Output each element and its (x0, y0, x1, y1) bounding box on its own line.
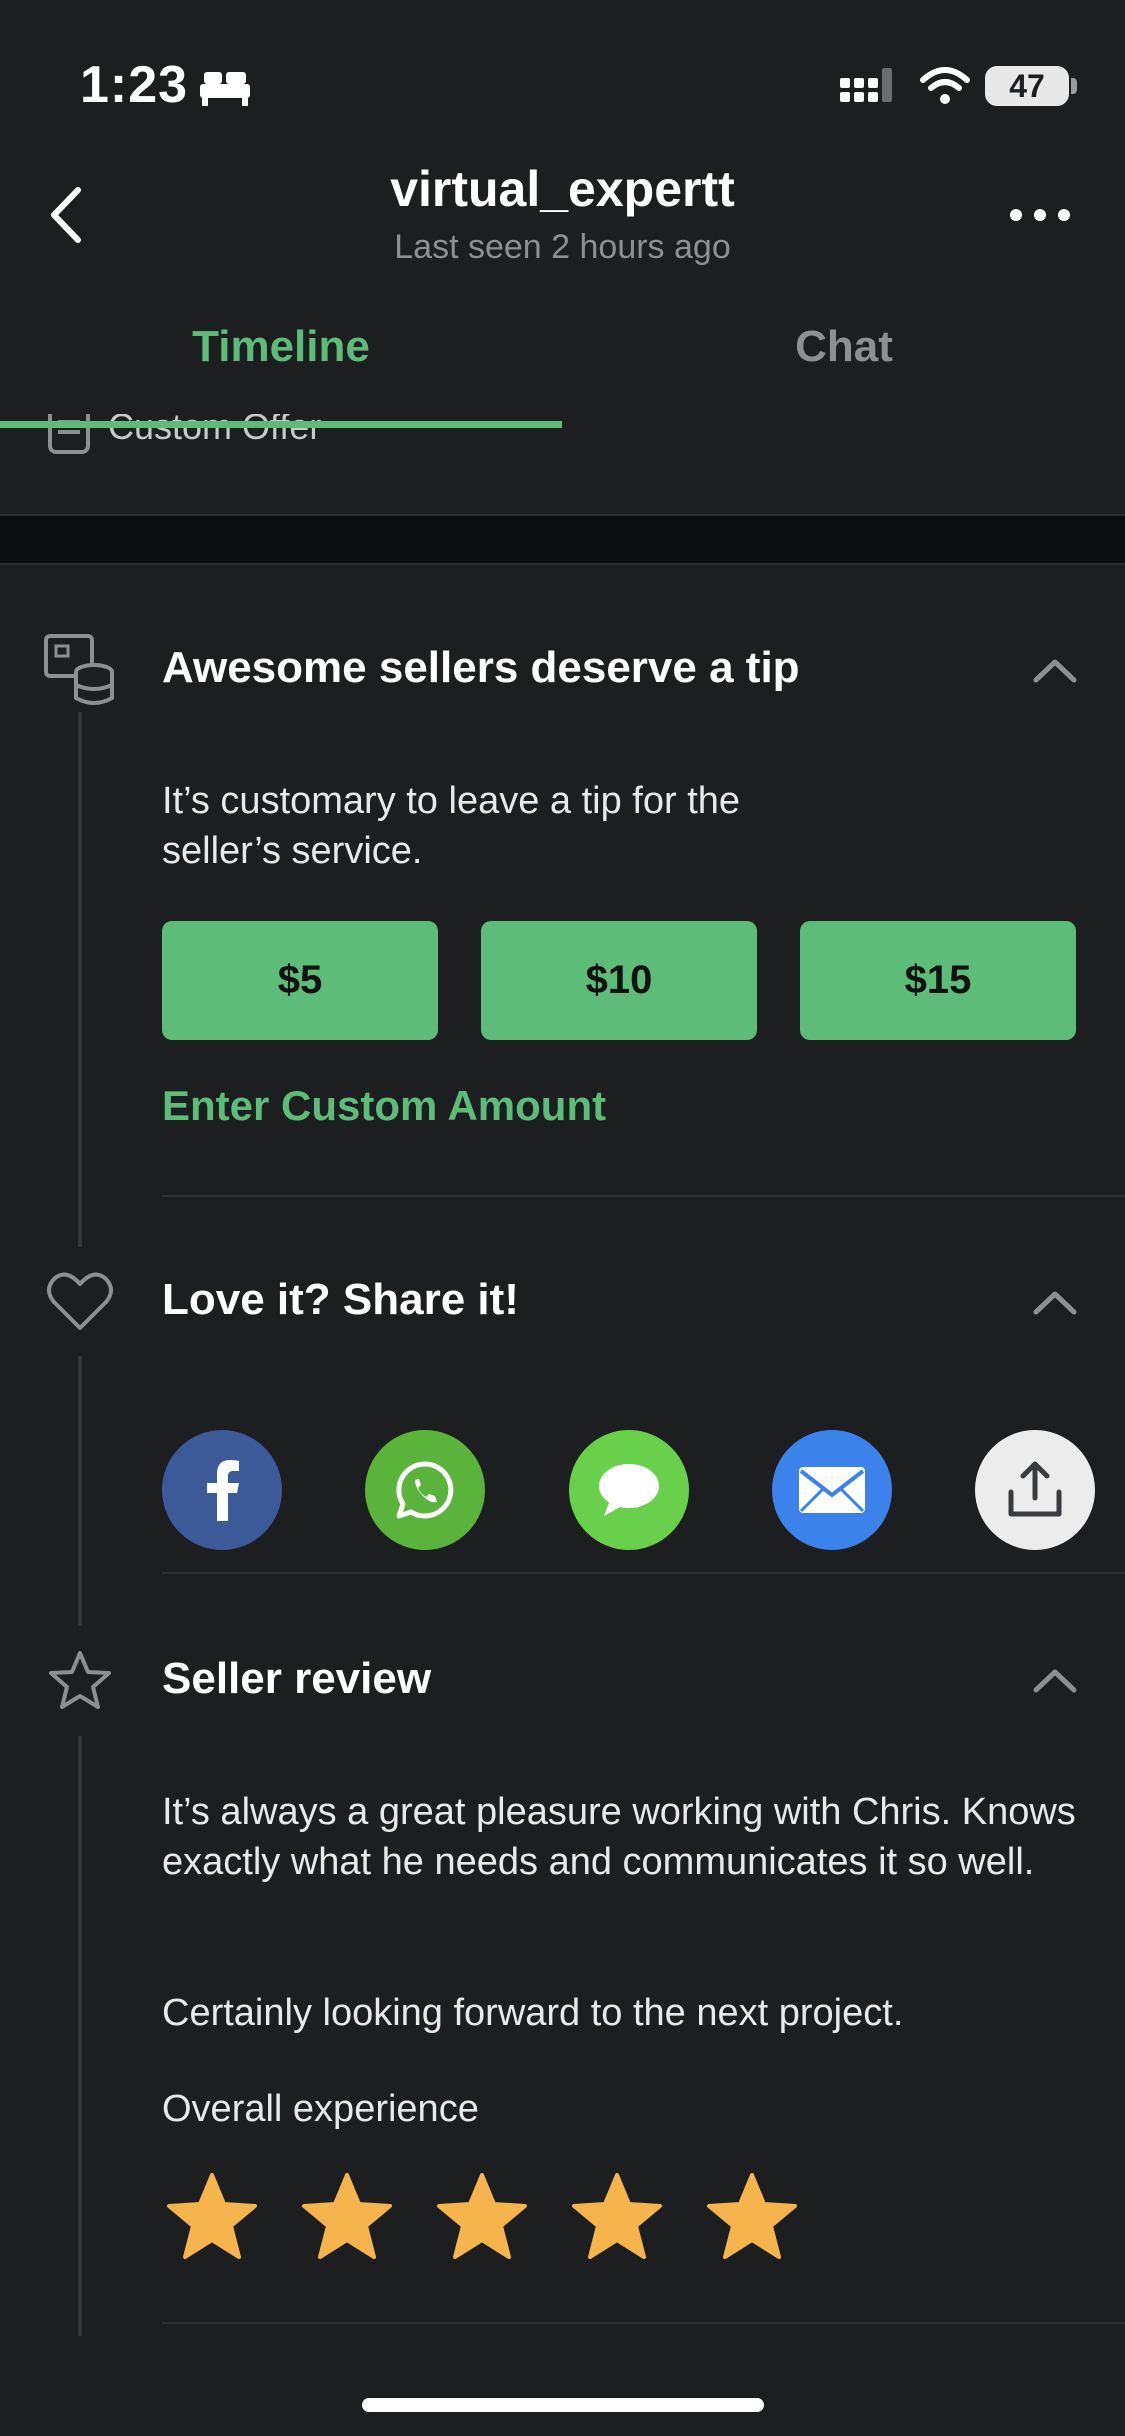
tip-5-button[interactable]: $5 (162, 921, 438, 1040)
more-options-button[interactable] (1010, 200, 1070, 230)
messages-icon (599, 1464, 659, 1516)
conversation-title: virtual_expertt (390, 161, 735, 217)
share-whatsapp-button[interactable] (365, 1430, 485, 1550)
tip-section-title: Awesome sellers deserve a tip (162, 643, 800, 692)
tab-timeline[interactable]: Timeline (0, 322, 562, 372)
share-email-button[interactable] (772, 1430, 892, 1550)
share-more-button[interactable] (975, 1430, 1095, 1550)
cellular-signal-icon (838, 66, 898, 113)
share-messages-button[interactable] (569, 1430, 689, 1550)
review-text: It’s always a great pleasure working wit… (162, 1791, 1076, 1883)
more-dot-icon (1034, 209, 1046, 221)
mail-icon (799, 1467, 865, 1513)
rating-star-icon (436, 2172, 528, 2265)
collapse-review-button[interactable] (1030, 1660, 1080, 1705)
custom-offer-label: Custom Offer (108, 414, 322, 447)
status-time: 1:23 (80, 56, 189, 114)
share-section-title: Love it? Share it! (162, 1275, 519, 1324)
timeline-connector (78, 1356, 82, 1626)
battery-nub (1071, 78, 1077, 94)
timeline-connector (78, 1736, 82, 2336)
divider (0, 563, 1125, 565)
tip-icon (42, 632, 118, 713)
rating-star-icon (301, 2172, 393, 2265)
share-upload-icon (1008, 1461, 1062, 1517)
more-dot-icon (1010, 209, 1022, 221)
chevron-up-icon (1033, 1669, 1077, 1693)
rating-star-icon (571, 2172, 663, 2265)
facebook-icon (207, 1460, 239, 1521)
home-indicator[interactable] (362, 2398, 764, 2412)
collapse-share-button[interactable] (1030, 1282, 1080, 1327)
last-seen-status: Last seen 2 hours ago (394, 228, 731, 266)
review-text-closing: Certainly looking forward to the next pr… (162, 1992, 904, 2034)
divider (162, 1195, 1125, 1197)
review-section-title: Seller review (162, 1654, 432, 1703)
wifi-icon (920, 66, 970, 111)
sleep-focus-icon (198, 70, 252, 111)
chevron-up-icon (1033, 1291, 1077, 1315)
active-tab-indicator (0, 421, 562, 428)
tip-description: It’s customary to leave a tip for the se… (162, 780, 741, 872)
battery-level: 47 (1009, 68, 1045, 104)
timeline-connector (78, 712, 82, 1247)
whatsapp-icon (396, 1461, 454, 1519)
divider (162, 2322, 1125, 2324)
star-outline-icon (48, 1650, 112, 1715)
divider (162, 1572, 1125, 1574)
tip-15-button[interactable]: $15 (800, 921, 1076, 1040)
share-facebook-button[interactable] (162, 1430, 282, 1550)
section-gap (0, 516, 1125, 563)
more-dot-icon (1058, 209, 1070, 221)
enter-custom-amount-link[interactable]: Enter Custom Amount (162, 1082, 606, 1130)
tab-chat[interactable]: Chat (563, 322, 1125, 372)
battery-indicator: 47 (985, 66, 1069, 106)
rating-star-icon (166, 2172, 258, 2265)
heart-icon (46, 1270, 114, 1337)
rating-star-icon (706, 2172, 798, 2265)
tip-10-button[interactable]: $10 (481, 921, 757, 1040)
collapse-tip-button[interactable] (1030, 650, 1080, 695)
chevron-up-icon (1033, 659, 1077, 683)
rating-label: Overall experience (162, 2088, 479, 2130)
